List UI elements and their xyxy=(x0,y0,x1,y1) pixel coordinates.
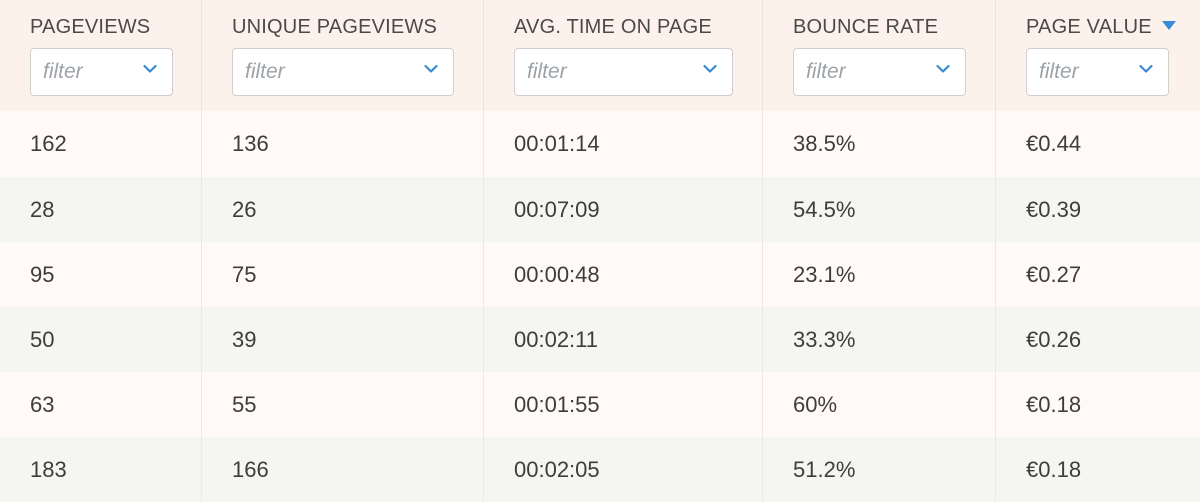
column-title[interactable]: BOUNCE RATE xyxy=(793,16,938,39)
sort-descending-icon[interactable] xyxy=(1161,21,1176,30)
avg-time-cell: 00:02:11 xyxy=(484,307,763,372)
bounce-rate-cell: 54.5% xyxy=(763,177,996,242)
chevron-down-icon xyxy=(143,62,157,76)
page-value-cell: €0.18 xyxy=(1026,456,1082,482)
filter-placeholder: filter xyxy=(527,60,567,83)
chevron-down-icon xyxy=(424,62,438,76)
data-table: PAGEVIEWS filter UNIQUE PAGEVIEWS filter… xyxy=(0,0,1200,502)
column-title[interactable]: AVG. TIME ON PAGE xyxy=(514,16,712,39)
bounce-rate-cell: 51.2% xyxy=(763,437,996,502)
filter-placeholder: filter xyxy=(1039,60,1079,83)
avg-time-filter-select[interactable]: filter xyxy=(514,48,733,96)
filter-placeholder: filter xyxy=(245,60,285,83)
column-title-text: BOUNCE RATE xyxy=(793,16,939,38)
chevron-down-icon xyxy=(936,62,950,76)
pageviews-cell: 183 xyxy=(0,437,202,502)
column-title-text: PAGEVIEWS xyxy=(30,16,151,38)
chevron-down-icon xyxy=(1139,62,1153,76)
unique-pageviews-cell: 55 xyxy=(202,372,484,437)
column-title[interactable]: PAGE VALUE xyxy=(1026,16,1176,39)
table-row[interactable]: 183 166 00:02:05 51.2% €0.18 xyxy=(0,437,1200,502)
pageviews-cell: 162 xyxy=(0,111,202,177)
table-header: PAGEVIEWS filter UNIQUE PAGEVIEWS filter… xyxy=(0,0,1200,111)
table-row[interactable]: 162 136 00:01:14 38.5% €0.44 xyxy=(0,111,1200,177)
avg-time-cell: 00:07:09 xyxy=(484,177,763,242)
table-row[interactable]: 63 55 00:01:55 60% €0.18 xyxy=(0,372,1200,437)
unique-pageviews-filter-select[interactable]: filter xyxy=(232,48,454,96)
page-value-cell: €0.44 xyxy=(1026,131,1082,156)
column-title-text: PAGE VALUE xyxy=(1026,16,1152,38)
avg-time-cell: 00:02:05 xyxy=(484,437,763,502)
pageviews-cell: 50 xyxy=(0,307,202,372)
page-value-filter-select[interactable]: filter xyxy=(1026,48,1169,96)
column-header-unique-pageviews: UNIQUE PAGEVIEWS filter xyxy=(202,0,484,111)
column-header-page-value: PAGE VALUE filter xyxy=(996,0,1200,111)
unique-pageviews-cell: 26 xyxy=(202,177,484,242)
unique-pageviews-cell: 39 xyxy=(202,307,484,372)
table-row[interactable]: 28 26 00:07:09 54.5% €0.39 xyxy=(0,177,1200,242)
bounce-rate-cell: 33.3% xyxy=(763,307,996,372)
bounce-rate-cell: 38.5% xyxy=(763,111,996,177)
page-value-cell: €0.27 xyxy=(1026,261,1082,287)
page-value-cell: €0.18 xyxy=(1026,391,1082,417)
filter-placeholder: filter xyxy=(43,60,83,83)
table-row[interactable]: 50 39 00:02:11 33.3% €0.26 xyxy=(0,307,1200,372)
avg-time-cell: 00:01:14 xyxy=(484,111,763,177)
column-title[interactable]: PAGEVIEWS xyxy=(30,16,150,39)
pageviews-cell: 28 xyxy=(0,177,202,242)
avg-time-cell: 00:00:48 xyxy=(484,242,763,307)
table-row[interactable]: 95 75 00:00:48 23.1% €0.27 xyxy=(0,242,1200,307)
pageviews-filter-select[interactable]: filter xyxy=(30,48,173,96)
column-header-avg-time-on-page: AVG. TIME ON PAGE filter xyxy=(484,0,763,111)
unique-pageviews-cell: 166 xyxy=(202,437,484,502)
unique-pageviews-cell: 75 xyxy=(202,242,484,307)
avg-time-cell: 00:01:55 xyxy=(484,372,763,437)
chevron-down-icon xyxy=(703,62,717,76)
pageviews-cell: 63 xyxy=(0,372,202,437)
column-header-bounce-rate: BOUNCE RATE filter xyxy=(763,0,996,111)
column-header-pageviews: PAGEVIEWS filter xyxy=(0,0,202,111)
bounce-rate-cell: 23.1% xyxy=(763,242,996,307)
column-title-text: AVG. TIME ON PAGE xyxy=(514,16,712,38)
unique-pageviews-cell: 136 xyxy=(202,111,484,177)
column-title-text: UNIQUE PAGEVIEWS xyxy=(232,16,438,38)
filter-placeholder: filter xyxy=(806,60,846,83)
pageviews-cell: 95 xyxy=(0,242,202,307)
bounce-rate-filter-select[interactable]: filter xyxy=(793,48,966,96)
page-value-cell: €0.39 xyxy=(1026,196,1082,222)
page-value-cell: €0.26 xyxy=(1026,326,1082,352)
bounce-rate-cell: 60% xyxy=(763,372,996,437)
column-title[interactable]: UNIQUE PAGEVIEWS xyxy=(232,16,437,39)
table-body: 162 136 00:01:14 38.5% €0.44 28 26 00:07… xyxy=(0,111,1200,502)
